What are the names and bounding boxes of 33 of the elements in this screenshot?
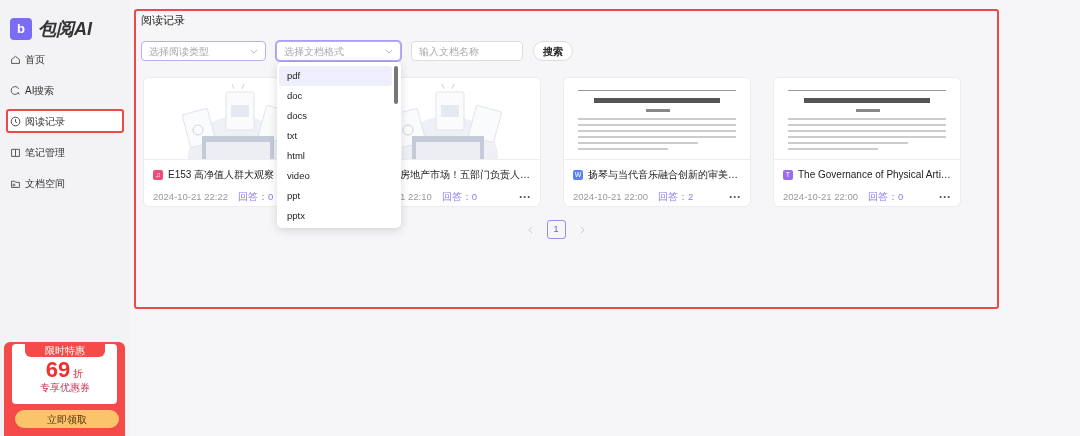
page-button[interactable]: 1 — [546, 220, 566, 239]
answer-count: 回答：0 — [441, 190, 477, 204]
card-date: 2024-10-21 22:00 — [573, 190, 648, 204]
nav-item[interactable]: 笔记管理 — [6, 140, 124, 164]
card-title: 房地产市场！五部门负责人… — [400, 168, 530, 182]
promo-caption: 专享优惠券 — [39, 382, 90, 394]
nav-item[interactable]: 首页 — [6, 47, 124, 71]
answer-count: 回答：2 — [658, 190, 694, 204]
dropdown-option[interactable]: pptx — [279, 206, 392, 226]
card-title: E153 高净值人群大观察 — [168, 168, 275, 182]
discount-unit: 折 — [73, 367, 84, 381]
more-button[interactable]: ··· — [729, 192, 741, 203]
card-date: 2024-10-21 22:22 — [153, 190, 228, 204]
answer-count: 回答：0 — [868, 190, 904, 204]
page-title: 阅读记录 — [141, 13, 186, 28]
card-date: 2024-10-21 22:00 — [783, 190, 858, 204]
logo-text: 包阅AI — [38, 17, 92, 41]
nav-item[interactable]: AI搜索 — [6, 78, 124, 102]
claim-button[interactable]: 立即领取 — [15, 410, 119, 428]
nav-item[interactable]: 阅读记录 — [6, 109, 124, 133]
discount-value: 69 — [45, 357, 71, 382]
nav-item[interactable]: 文档空间 — [6, 171, 124, 195]
answer-count: 回答：0 — [238, 190, 274, 204]
name-input[interactable]: 输入文档名称 — [411, 41, 523, 61]
dropdown-option[interactable]: pdf — [279, 66, 392, 86]
more-button[interactable]: ··· — [519, 192, 531, 203]
promo-ribbon: 限时特惠 — [24, 344, 105, 357]
more-button[interactable]: ··· — [939, 192, 951, 203]
logo-icon: b — [10, 18, 32, 40]
card-title: The Governance of Physical Arti… — [798, 168, 951, 182]
card-date: 1 22:10 — [400, 190, 432, 204]
search-button[interactable]: 搜索 — [533, 41, 573, 61]
card-title: 扬琴与当代音乐融合创新的审美… — [588, 168, 738, 182]
